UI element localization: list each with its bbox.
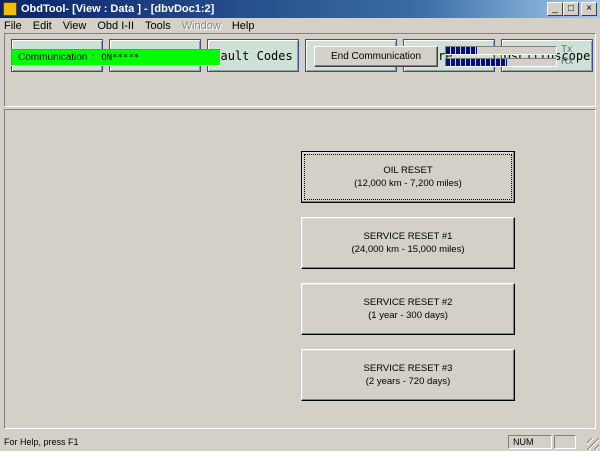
- rx-meter: [445, 58, 557, 67]
- window-title: ObdTool- [View : Data ] - [dbvDoc1:2]: [21, 3, 215, 15]
- communication-value: ON*****: [101, 52, 140, 63]
- tx-meter: [445, 46, 557, 55]
- service-reset-3-title: SERVICE RESET #3: [363, 363, 453, 374]
- tx-label: Tx: [561, 44, 573, 55]
- end-communication-button[interactable]: End Communication: [314, 46, 438, 67]
- status-pane-empty: [554, 434, 576, 449]
- menu-obd[interactable]: Obd I-II: [97, 20, 134, 32]
- communication-label: Communication: [18, 52, 88, 63]
- menu-edit[interactable]: Edit: [33, 20, 52, 32]
- communication-separator: :: [91, 52, 95, 63]
- window-controls: _ □ ×: [547, 2, 597, 16]
- menu-bar: File Edit View Obd I-II Tools Window Hel…: [0, 18, 600, 33]
- minimize-button[interactable]: _: [547, 2, 563, 16]
- service-reset-2-button[interactable]: SERVICE RESET #2 (1 year - 300 days): [301, 283, 515, 335]
- status-bar: For Help, press F1 NUM: [0, 432, 600, 451]
- num-lock-indicator: NUM: [508, 434, 552, 449]
- service-reset-3-button[interactable]: SERVICE RESET #3 (2 years - 720 days): [301, 349, 515, 401]
- service-reset-2-subtitle: (1 year - 300 days): [368, 310, 448, 321]
- oil-reset-button[interactable]: OIL RESET (12,000 km - 7,200 miles): [301, 151, 515, 203]
- oil-reset-title: OIL RESET: [383, 165, 433, 176]
- menu-file[interactable]: File: [4, 20, 22, 32]
- data-view: OIL RESET (12,000 km - 7,200 miles) SERV…: [4, 109, 596, 429]
- app-icon: [3, 2, 17, 16]
- menu-help[interactable]: Help: [232, 20, 255, 32]
- status-help-text: For Help, press F1: [4, 436, 79, 447]
- rx-meter-fill: [446, 59, 507, 66]
- communication-status: Communication : ON*****: [11, 49, 221, 66]
- service-reset-1-title: SERVICE RESET #1: [363, 231, 453, 242]
- oscilloscope-button[interactable]: Oscilloscope: [501, 39, 593, 72]
- toolbar-panel: Select Live Data Fault Codes Scope More.…: [4, 33, 596, 107]
- service-reset-3-subtitle: (2 years - 720 days): [365, 376, 451, 387]
- service-reset-1-button[interactable]: SERVICE RESET #1 (24,000 km - 15,000 mil…: [301, 217, 515, 269]
- oil-reset-subtitle: (12,000 km - 7,200 miles): [354, 178, 462, 189]
- rx-label: Rx: [561, 56, 574, 67]
- resize-grip[interactable]: [587, 438, 599, 450]
- menu-tools[interactable]: Tools: [145, 20, 171, 32]
- service-reset-2-title: SERVICE RESET #2: [363, 297, 453, 308]
- close-button[interactable]: ×: [581, 2, 597, 16]
- tx-meter-fill: [446, 47, 477, 54]
- service-reset-1-subtitle: (24,000 km - 15,000 miles): [351, 244, 465, 255]
- menu-view[interactable]: View: [63, 20, 87, 32]
- title-bar: ObdTool- [View : Data ] - [dbvDoc1:2] _ …: [0, 0, 600, 18]
- maximize-button[interactable]: □: [563, 2, 579, 16]
- menu-window: Window: [181, 19, 221, 32]
